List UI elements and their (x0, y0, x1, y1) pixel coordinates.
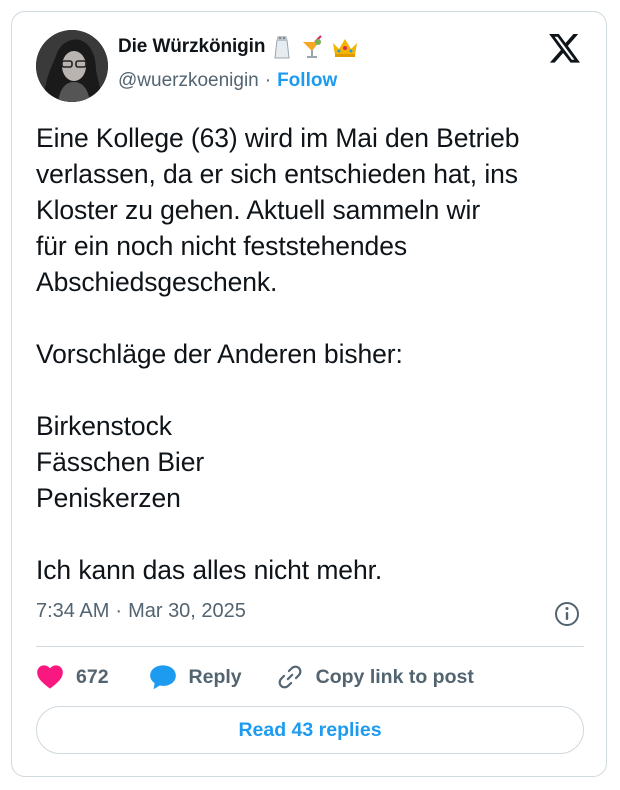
avatar-image (36, 30, 108, 102)
crown-icon (331, 35, 359, 59)
tweet-text: Eine Kollege (63) wird im Mai den Betrie… (36, 123, 520, 585)
link-icon (278, 665, 302, 689)
reply-label: Reply (188, 665, 242, 688)
author-handle-row: @wuerzkoenigin · Follow (118, 70, 337, 92)
x-logo-icon[interactable] (548, 34, 582, 64)
like-button[interactable]: 672 (36, 664, 109, 690)
copy-link-button[interactable]: Copy link to post (276, 664, 474, 690)
author-name[interactable]: Die Würzkönigin (118, 36, 265, 58)
timestamp-separator: · (115, 600, 123, 622)
action-bar: 672 Reply Copy link to post (36, 660, 474, 694)
author-name-row: Die Würzkönigin (118, 34, 359, 60)
reply-bubble-icon (149, 665, 176, 690)
tweet-timestamp[interactable]: 7:34 AM · Mar 30, 2025 (36, 600, 246, 623)
salt-shaker-icon (271, 34, 293, 60)
separator-dot: · (264, 70, 272, 91)
read-replies-button[interactable]: Read 43 replies (36, 706, 584, 754)
copy-link-label: Copy link to post (315, 665, 474, 688)
heart-icon (37, 665, 63, 689)
tweet-time: 7:34 AM (36, 600, 110, 622)
like-count: 672 (76, 665, 109, 688)
follow-button[interactable]: Follow (277, 70, 337, 92)
divider (36, 646, 584, 647)
reply-button[interactable]: Reply (149, 664, 242, 690)
tweet-date: Mar 30, 2025 (128, 600, 246, 622)
info-icon[interactable] (553, 600, 581, 628)
avatar[interactable] (36, 30, 108, 102)
author-handle[interactable]: @wuerzkoenigin (118, 70, 259, 92)
tropical-drink-icon (299, 34, 325, 60)
